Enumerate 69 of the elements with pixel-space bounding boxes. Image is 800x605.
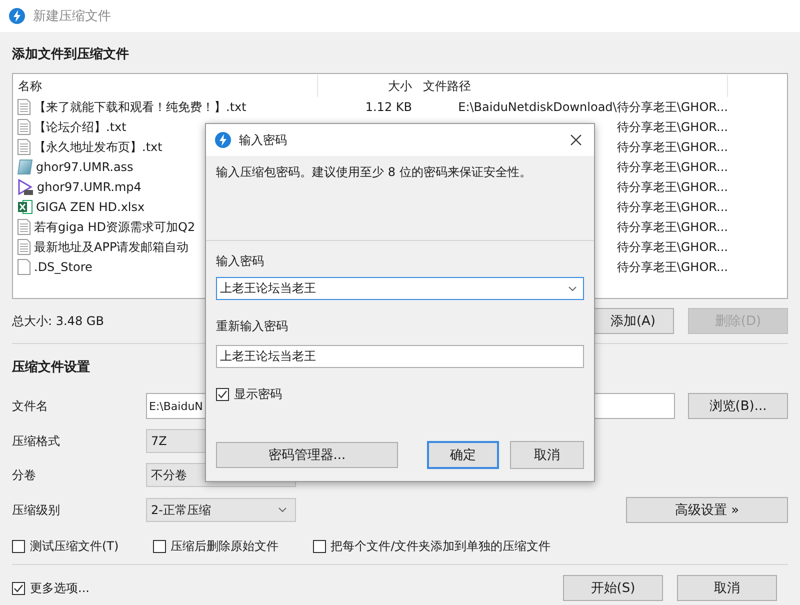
- file-name: .DS_Store: [34, 260, 92, 274]
- file-path: E:\BaiduNetdiskDownload\待分享老王\GHOR...: [458, 100, 728, 114]
- chevron-down-icon: [568, 286, 577, 292]
- column-header[interactable]: 名称: [13, 75, 318, 97]
- file-size: 1.12 KB: [365, 100, 412, 114]
- text-file-icon: [17, 139, 31, 155]
- option-label[interactable]: 压缩后删除原始文件: [170, 538, 279, 554]
- column-header[interactable]: 文件路径: [418, 75, 728, 97]
- text-file-icon: [17, 239, 31, 255]
- file-path: 待分享老王\GHOR...: [616, 240, 728, 254]
- file-path: 待分享老王\GHOR...: [616, 120, 728, 134]
- total-size: 总大小: 3.48 GB: [12, 312, 104, 330]
- field-label: 文件名: [12, 398, 49, 414]
- column-header[interactable]: 大小: [318, 75, 418, 97]
- dialog-button[interactable]: 取消: [510, 441, 584, 469]
- footer-button[interactable]: 开始(S): [563, 575, 663, 601]
- file-name: ghor97.UMR.ass: [36, 160, 134, 174]
- file-path: 待分享老王\GHOR...: [616, 140, 728, 154]
- file-name: 【论坛介绍】.txt: [34, 118, 126, 136]
- file-path: 待分享老王\GHOR...: [616, 200, 728, 214]
- file-name: 【永久地址发布页】.txt: [34, 138, 162, 156]
- checkbox[interactable]: [12, 540, 25, 552]
- checkbox[interactable]: [312, 540, 326, 552]
- window-title: 新建压缩文件: [33, 8, 111, 25]
- field-label: 输入密码: [216, 253, 265, 270]
- video-file-icon: [17, 178, 34, 196]
- option-label[interactable]: 显示密码: [234, 386, 282, 403]
- field-label: 重新输入密码: [216, 318, 289, 335]
- document-file-icon: [17, 159, 33, 175]
- dialog-button[interactable]: 密码管理器...: [216, 442, 398, 468]
- checkbox[interactable]: [12, 582, 25, 594]
- text-file-icon: [17, 119, 31, 135]
- level-dropdown[interactable]: 2-正常压缩: [146, 498, 296, 522]
- file-name: 最新地址及APP请发邮箱自动: [34, 238, 189, 256]
- file-path: 待分享老王\GHOR...: [616, 220, 728, 234]
- file-name: 若有giga HD资源需求可加Q2: [34, 218, 196, 236]
- checkbox[interactable]: [152, 540, 166, 552]
- file-name: GIGA ZEN HD.xlsx: [36, 200, 145, 214]
- blank-file-icon: [17, 259, 31, 275]
- dialog-title: 输入密码: [239, 132, 288, 148]
- spreadsheet-file-icon: [17, 199, 33, 215]
- file-path: 待分享老王\GHOR...: [616, 180, 728, 194]
- confirm-password-field[interactable]: 上老王论坛当老王: [216, 345, 584, 368]
- dialog-description: 输入压缩包密码。建议使用至少 8 位的密码来保证安全性。: [216, 165, 532, 179]
- file-path: 待分享老王\GHOR...: [616, 260, 728, 274]
- text-file-icon: [17, 99, 31, 115]
- close-icon[interactable]: [570, 134, 582, 146]
- option-label[interactable]: 更多选项...: [30, 580, 90, 596]
- dialog-logo-icon: [215, 132, 231, 148]
- text-file-icon: [17, 219, 31, 235]
- field-label: 压缩级别: [12, 502, 61, 518]
- footer-button[interactable]: 取消: [677, 575, 777, 601]
- advanced-button[interactable]: 高级设置 »: [626, 497, 788, 523]
- list-button[interactable]: 添加(A): [592, 308, 674, 334]
- app-logo-icon: [9, 8, 25, 24]
- field-label: 压缩格式: [12, 432, 61, 450]
- section-heading: 添加文件到压缩文件: [12, 46, 129, 64]
- option-label[interactable]: 测试压缩文件(T): [30, 538, 119, 554]
- file-name: ghor97.UMR.mp4: [37, 180, 142, 194]
- chevron-down-icon: [278, 507, 287, 513]
- dialog-button[interactable]: 确定: [427, 441, 499, 469]
- browse-button[interactable]: 浏览(B)...: [688, 393, 788, 419]
- option-label[interactable]: 把每个文件/文件夹添加到单独的压缩文件: [330, 538, 551, 554]
- section-heading: 压缩文件设置: [12, 358, 90, 377]
- file-path: 待分享老王\GHOR...: [616, 160, 728, 174]
- field-label: 分卷: [12, 466, 37, 484]
- password-field[interactable]: 上老王论坛当老王: [216, 277, 584, 300]
- file-name: 【来了就能下载和观看！纯免费！】.txt: [34, 98, 246, 116]
- checkbox[interactable]: [216, 388, 229, 401]
